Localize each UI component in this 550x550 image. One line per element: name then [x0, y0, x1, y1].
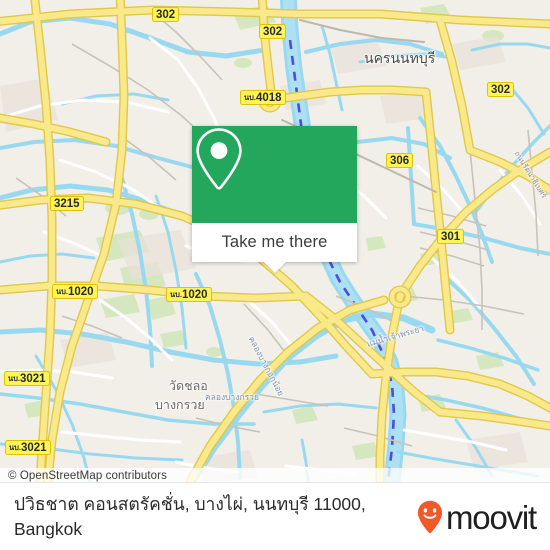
moovit-wordmark: moovit	[446, 498, 537, 536]
road-shield[interactable]: 306	[386, 153, 414, 168]
map-label-water-khlongbangkruai: คลองบางกรวย	[205, 392, 259, 402]
osm-attribution[interactable]: © OpenStreetMap contributors	[0, 468, 550, 482]
address-text: ปวิธชาต คอนสตรัคชั่น, บางไผ่, นนทบุรี 11…	[14, 494, 366, 539]
take-me-there-card[interactable]: Take me there	[192, 126, 357, 273]
road-shield[interactable]: นบ.1020	[52, 284, 98, 299]
moovit-smile-pin-icon	[417, 500, 443, 534]
card-pointer-tail	[263, 262, 286, 273]
road-shield[interactable]: นบ.4018	[240, 90, 286, 105]
road-shield[interactable]: 3215	[50, 196, 84, 211]
location-pin-icon	[196, 128, 242, 190]
map-label-place-bangkruai: บางกรวย	[155, 398, 205, 412]
road-shield[interactable]: 301	[437, 229, 465, 244]
road-shield[interactable]: 302	[487, 82, 515, 97]
card-icon-area	[192, 126, 357, 223]
footer-bar: ปวิธชาต คอนสตรัคชั่น, บางไผ่, นนทบุรี 11…	[0, 482, 550, 550]
moovit-brand[interactable]: moovit	[417, 498, 537, 536]
map-canvas[interactable]: นครนนทบุรี วัดชลอ บางกรวย คลองบางกรวย คล…	[0, 0, 550, 482]
road-shield[interactable]: นบ.1020	[166, 287, 212, 302]
card-cta-area[interactable]: Take me there	[192, 223, 357, 273]
road-shield[interactable]: นบ.3021	[5, 440, 51, 455]
take-me-there-label: Take me there	[221, 233, 328, 251]
moovit-map-share-card: นครนนทบุรี วัดชลอ บางกรวย คลองบางกรวย คล…	[0, 0, 550, 550]
road-shield[interactable]: นบ.3021	[4, 371, 50, 386]
map-label-place-watchalo: วัดชลอ	[169, 379, 208, 393]
road-shield[interactable]: 302	[259, 24, 287, 39]
map-label-city: นครนนทบุรี	[364, 50, 436, 66]
road-shield[interactable]: 302	[152, 7, 180, 22]
